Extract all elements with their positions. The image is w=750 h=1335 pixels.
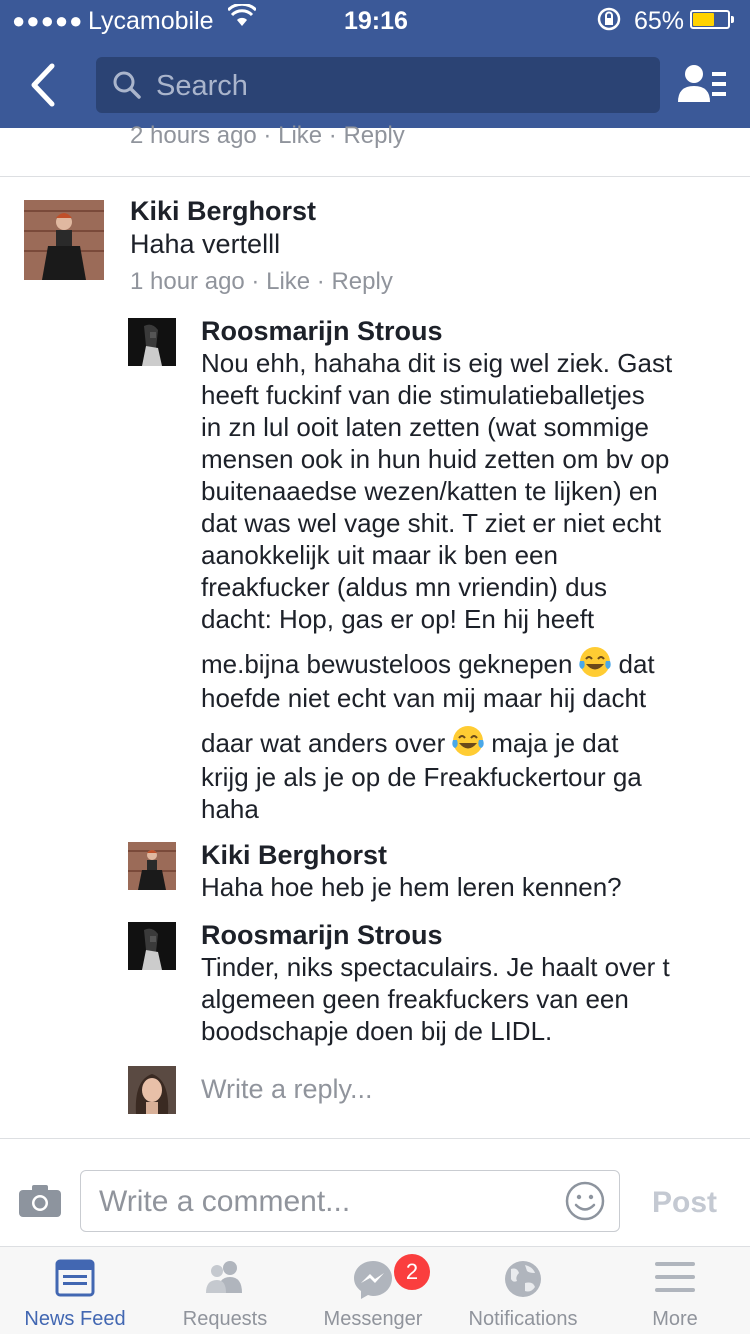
- tears-of-joy-emoji-icon: [451, 724, 485, 758]
- reply-line: mensen ook in hun huid zetten om bv op: [201, 444, 670, 474]
- globe-icon: [503, 1259, 543, 1304]
- messenger-icon: [352, 1259, 394, 1306]
- tab-label: Requests: [182, 1308, 268, 1330]
- battery-icon: [690, 10, 734, 29]
- friends-icon: [678, 65, 726, 102]
- previous-comment-meta: 2 hours ago · Like · Reply: [130, 122, 405, 149]
- search-input[interactable]: [154, 63, 638, 109]
- reply-line: dacht: Hop, gas er op! En hij heeft: [201, 604, 595, 634]
- reply-author[interactable]: Roosmarijn Strous: [201, 920, 443, 951]
- reply-text: Tinder, niks spectaculairs. Je haalt ove…: [201, 951, 670, 1047]
- carrier-name: Lycamobile: [88, 7, 214, 35]
- divider: [0, 176, 750, 177]
- tab-label: Messenger: [323, 1308, 423, 1330]
- post-button[interactable]: Post: [652, 1186, 717, 1220]
- requests-icon: [202, 1259, 248, 1300]
- reply-line: Nou ehh, hahaha dit is eig wel ziek. Gas…: [201, 348, 673, 378]
- reply-line: freakfucker (aldus mn vriendin) dus: [201, 572, 608, 602]
- divider: [0, 1138, 750, 1139]
- write-reply-field[interactable]: Write a reply...: [201, 1074, 373, 1105]
- comment-composer: Post: [0, 1158, 750, 1246]
- wifi-icon: [226, 2, 258, 35]
- reply-line: daar wat anders over maja je dat: [201, 724, 672, 759]
- menu-icon: [654, 1259, 696, 1300]
- tab-requests[interactable]: Requests: [150, 1247, 300, 1335]
- reply-line: algemeen geen freakfuckers van een: [201, 984, 629, 1014]
- messenger-badge: 2: [392, 1252, 432, 1292]
- reply-line: aanokkelijk uit maar ik ben een: [201, 540, 558, 570]
- search-bar[interactable]: [96, 57, 660, 113]
- avatar-kiki[interactable]: [128, 842, 176, 890]
- smiley-icon: [565, 1181, 605, 1221]
- reply-line: krijg je als je op de Freakfuckertour ga: [201, 762, 642, 792]
- status-bar: ●●●●● Lycamobile 19:16 65%: [0, 0, 750, 40]
- tab-more[interactable]: More: [600, 1247, 750, 1335]
- tab-bar: News Feed Requests Messenger Notificatio…: [0, 1246, 750, 1334]
- emoji-button[interactable]: [565, 1181, 605, 1226]
- tab-news-feed[interactable]: News Feed: [0, 1247, 150, 1335]
- comment-time: 1 hour ago: [130, 268, 245, 295]
- reply-line: haha: [201, 794, 259, 824]
- avatar-kiki[interactable]: [24, 200, 104, 280]
- rotation-lock-icon: [596, 6, 622, 39]
- comment-text: Haha vertelll: [130, 229, 281, 259]
- reply-line: boodschapje doen bij de LIDL.: [201, 1016, 553, 1046]
- like-link[interactable]: Like: [266, 268, 310, 295]
- battery-level: [693, 13, 714, 26]
- reply-line: me.bijna bewusteloos geknepen dat: [201, 645, 672, 680]
- avatar-roosmarijn[interactable]: [128, 922, 176, 970]
- avatar-roosmarijn[interactable]: [128, 318, 176, 366]
- reply-text: Haha hoe heb je hem leren kennen?: [201, 872, 622, 902]
- comment-input[interactable]: [97, 1179, 541, 1225]
- reply-line: buitenaaedse wezen/katten te lijken) en: [201, 476, 658, 506]
- tab-label: Notifications: [468, 1308, 578, 1330]
- tab-notifications[interactable]: Notifications: [448, 1247, 598, 1335]
- camera-button[interactable]: [18, 1184, 62, 1223]
- reply-line: heeft fuckinf van die stimulatieballetje…: [201, 380, 645, 410]
- reply-link[interactable]: Reply: [331, 268, 392, 295]
- reply-line: Tinder, niks spectaculairs. Je haalt ove…: [201, 952, 670, 982]
- signal-strength: ●●●●●: [12, 8, 84, 33]
- back-arrow-icon: [31, 63, 55, 107]
- tab-label: News Feed: [24, 1308, 126, 1330]
- reply-author[interactable]: Roosmarijn Strous: [201, 316, 443, 347]
- battery-percent: 65%: [634, 7, 685, 35]
- friends-button[interactable]: [676, 62, 730, 108]
- reply-line: in zn lul ooit laten zetten (wat sommige: [201, 412, 649, 442]
- avatar-current-user: [128, 1066, 176, 1114]
- clock: 19:16: [344, 7, 408, 35]
- search-icon: [112, 70, 142, 105]
- comment-meta: 1 hour ago · Like · Reply: [130, 268, 393, 295]
- reply-author[interactable]: Kiki Berghorst: [201, 840, 387, 871]
- reply-line: dat was wel vage shit. T ziet er niet ec…: [201, 508, 662, 538]
- camera-icon: [19, 1185, 61, 1217]
- tab-label: More: [652, 1308, 698, 1330]
- comment-author[interactable]: Kiki Berghorst: [130, 196, 316, 227]
- back-button[interactable]: [24, 60, 68, 110]
- news-feed-icon: [55, 1259, 95, 1302]
- reply-line: hoefde niet echt van mij maar hij dacht: [201, 683, 647, 713]
- reply-text: Nou ehh, hahaha dit is eig wel ziek. Gas…: [201, 347, 672, 825]
- tears-of-joy-emoji-icon: [578, 645, 612, 679]
- comment-input-box[interactable]: [80, 1170, 620, 1232]
- navigation-header: ●●●●● Lycamobile 19:16 65%: [0, 0, 750, 128]
